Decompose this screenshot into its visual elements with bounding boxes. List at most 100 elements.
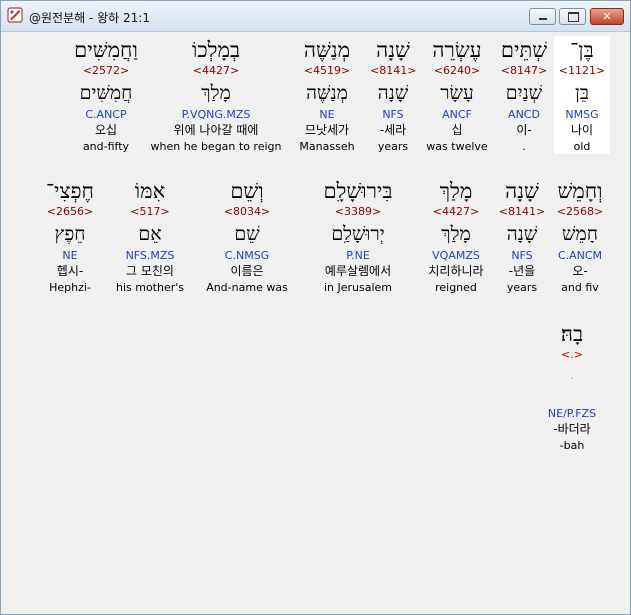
korean-gloss: 이름은	[230, 264, 264, 278]
lexical-form: שָׁנָה	[506, 223, 538, 245]
word-column[interactable]: עֶשְׂרֵה <6240> עָשָׂר ANCF 십 was twelve	[420, 36, 494, 154]
lexical-form: שֵׁם	[234, 223, 260, 245]
strong-number[interactable]: <2572>	[72, 64, 140, 78]
korean-gloss: 헵시-	[56, 264, 84, 278]
parsing-code: VQAMZS	[432, 249, 480, 262]
verse-line-2: וְחָמֵשׁ <2568> חָמֵשׁ C.ANCM 오-and fiv שָׁנָ…	[36, 177, 610, 295]
lexical-form: עָשָׂר	[440, 82, 474, 104]
cantillation-mark: ׄ	[538, 380, 606, 388]
parsing-code: NE/P.FZS	[547, 407, 597, 420]
hebrew-word: וְשֵׁם	[230, 179, 264, 203]
word-column[interactable]: אִמּוֹ <517> אֵם NFS.MZS 그 모친의 his mother's	[104, 177, 196, 295]
english-gloss: old	[573, 140, 591, 153]
word-column[interactable]: וְשֵׁם <8034> שֵׁם C.NMSG 이름은 And-name was	[196, 177, 298, 295]
word-column[interactable]: חֶפְצִי־ <2656> חֵפֶץ NE 헵시- Hephzi-	[36, 177, 104, 295]
korean-gloss: -세라	[379, 123, 407, 137]
hebrew-word: בִּירוּשָׁלִָם	[323, 179, 393, 203]
maximize-button[interactable]	[559, 8, 586, 25]
english-gloss: years	[377, 140, 409, 153]
hebrew-word: שָׁנָה	[505, 179, 539, 203]
strong-number[interactable]: <4427>	[148, 64, 284, 78]
parsing-code: NFS	[511, 249, 533, 262]
hebrew-word: מְנַשֶּׁה	[303, 38, 351, 62]
interlinear-panel: בֶּן־ <1121> בֵּן NMSG 나이 old שְׁתֵּים <8147> שְ…	[7, 32, 624, 608]
strong-number[interactable]: <6240>	[424, 64, 490, 78]
word-column[interactable]: מָלַךְ <4427> מָלַךְ VQAMZS 치리하니라 reigned	[418, 177, 494, 295]
parsing-code: NE	[62, 249, 78, 262]
hebrew-word: בָהּ׃	[560, 322, 584, 346]
strong-number[interactable]: <8147>	[498, 64, 550, 78]
lexical-form: בֵּן	[575, 82, 589, 104]
verse-line-1: בֶּן־ <1121> בֵּן NMSG 나이 old שְׁתֵּים <8147> שְ…	[68, 36, 610, 154]
english-gloss: and-fifty	[82, 140, 130, 153]
english-gloss: and fiv	[561, 281, 599, 294]
korean-gloss: 이-	[516, 123, 532, 137]
english-gloss: in Jerusalem	[323, 281, 393, 294]
english-gloss: .	[522, 140, 526, 153]
strong-number[interactable]: <8034>	[200, 205, 294, 219]
close-button[interactable]: ✕	[590, 8, 624, 25]
lexical-form: חָמֵשׁ	[562, 223, 598, 245]
english-gloss: reigned	[435, 281, 477, 294]
word-column[interactable]: וְחָמֵשׁ <2568> חָמֵשׁ C.ANCM 오-and fiv	[550, 177, 610, 295]
minimize-button[interactable]	[529, 8, 556, 25]
parsing-code: C.ANCM	[557, 249, 603, 262]
word-column[interactable]: בִּירוּשָׁלִָם <3389> יְרוּשָׁלִַם P.NE 예루살렘…	[298, 177, 418, 295]
strong-number[interactable]: <3389>	[302, 205, 414, 219]
strong-number[interactable]: <1121>	[558, 64, 606, 78]
korean-gloss: 오십	[94, 123, 118, 137]
strong-number[interactable]: <2656>	[40, 205, 100, 219]
strong-number[interactable]: <517>	[108, 205, 192, 219]
parsing-code: C.NMSG	[224, 249, 270, 262]
strong-number[interactable]: <4519>	[292, 64, 362, 78]
hebrew-word: אִמּוֹ	[134, 179, 166, 203]
korean-gloss: 예루살렘에서	[324, 264, 392, 278]
parsing-code: ANCD	[508, 108, 540, 121]
korean-gloss: -바더라	[553, 422, 591, 436]
korean-gloss: 나이	[570, 123, 594, 137]
hebrew-word: מָלַךְ	[439, 179, 473, 203]
parsing-code: NE	[319, 108, 335, 121]
word-column[interactable]: שָׁנָה <8141> שָׁנָה NFS -년을 years	[494, 177, 550, 295]
word-column[interactable]: מְנַשֶּׁה <4519> מְנַשֶּׁה NE 므낫세가 Manasseh	[288, 36, 366, 154]
parsing-code: ANCF	[442, 108, 472, 121]
korean-gloss: 오-	[572, 264, 588, 278]
parsing-code: NFS	[382, 108, 404, 121]
maximize-icon	[568, 12, 579, 22]
app-icon	[7, 7, 23, 23]
lexical-form: יְרוּשָׁלִַם	[331, 223, 385, 245]
word-column[interactable]: שָׁנָה <8141> שָׁנָה NFS -세라 years	[366, 36, 420, 154]
english-gloss: years	[506, 281, 538, 294]
lexical-form: מָלַךְ	[201, 82, 231, 104]
korean-gloss: 치리하니라	[428, 264, 484, 278]
hebrew-word: בְמָלְכוֹ	[191, 38, 241, 62]
word-column[interactable]: בָהּ׃ <.>ׄ NE/P.FZS -바더라 -bah	[534, 320, 610, 453]
word-column[interactable]: וַחֲמִשִּׁים <2572> חֲמִשִּׁים C.ANCP 오십 and-…	[68, 36, 144, 154]
strong-number[interactable]: <.>	[538, 348, 606, 362]
lexical-form: מָלַךְ	[441, 223, 471, 245]
strong-number[interactable]: <2568>	[554, 205, 606, 219]
english-gloss: his mother's	[115, 281, 185, 294]
app-window: @원전분해 - 왕하 21:1 ✕ בֶּן־ <1121> בֵּן NMSG 나이 o…	[0, 0, 631, 615]
lexical-form: חֲמִשִּׁים	[79, 82, 133, 104]
strong-number[interactable]: <8141>	[498, 205, 546, 219]
parsing-code: P.NE	[346, 249, 370, 262]
english-gloss: And-name was	[206, 281, 288, 294]
english-gloss: Manasseh	[299, 140, 355, 153]
strong-number[interactable]: <4427>	[422, 205, 490, 219]
word-column[interactable]: בֶּן־ <1121> בֵּן NMSG 나이 old	[554, 36, 610, 154]
word-column[interactable]: בְמָלְכוֹ <4427> מָלַךְ P.VQNG.MZS 위에 나아갈 때에…	[144, 36, 288, 154]
strong-number[interactable]: <8141>	[370, 64, 416, 78]
minimize-icon	[539, 18, 547, 20]
korean-gloss: 십	[451, 123, 463, 137]
lexical-form: חֵפֶץ	[54, 223, 86, 245]
english-gloss: when he began to reign	[150, 140, 282, 153]
english-gloss: Hephzi-	[49, 281, 91, 294]
title-bar: @원전분해 - 왕하 21:1 ✕	[1, 1, 630, 32]
lexical-form: אֵם	[138, 223, 162, 245]
verse-line-3: בָהּ׃ <.>ׄ NE/P.FZS -바더라 -bah	[534, 320, 610, 453]
parsing-code: P.VQNG.MZS	[181, 108, 251, 121]
english-gloss: was twelve	[426, 140, 488, 153]
word-column[interactable]: שְׁתֵּים <8147> שְׁנַיִם ANCD 이-.	[494, 36, 554, 154]
hebrew-word: עֶשְׂרֵה	[432, 38, 482, 62]
